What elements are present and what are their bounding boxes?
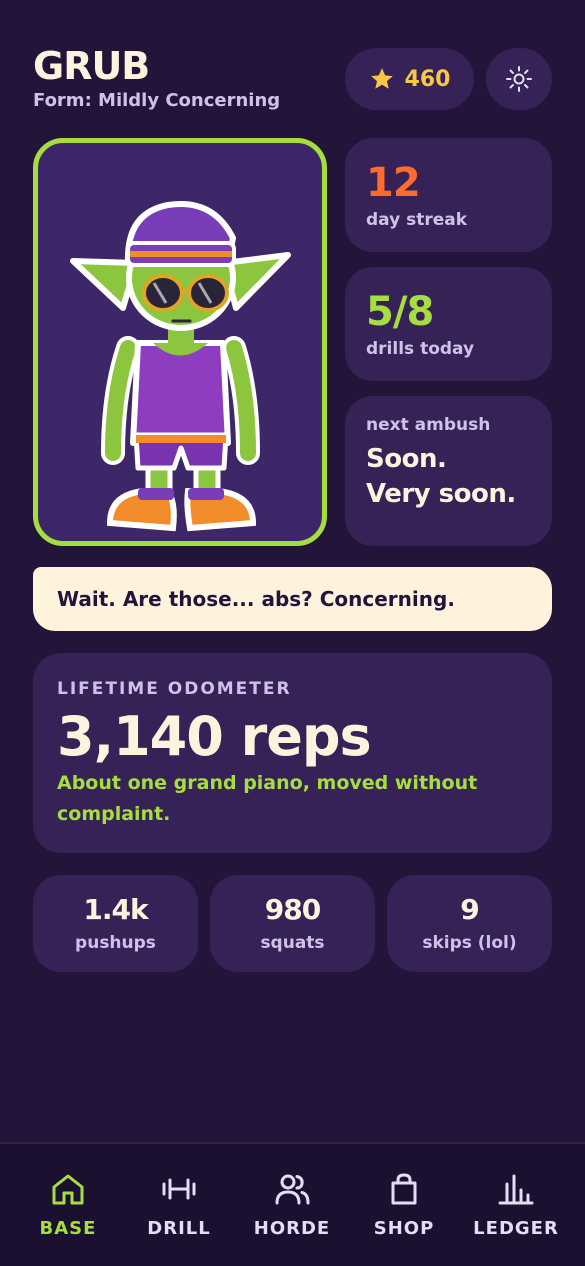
- nav-label-base: BASE: [39, 1218, 97, 1239]
- coin-balance-button[interactable]: 460: [345, 48, 474, 110]
- ambush-card[interactable]: next ambush Soon. Very soon.: [345, 396, 552, 546]
- header: GRUB Form: Mildly Concerning 460: [33, 44, 553, 114]
- nav-item-shop[interactable]: SHOP: [349, 1172, 459, 1239]
- nav-item-horde[interactable]: HORDE: [237, 1172, 347, 1239]
- sun-settings-icon: [506, 66, 532, 92]
- squats-value: 980: [264, 893, 321, 926]
- speech-text: Wait. Are those... abs? Concerning.: [57, 587, 455, 611]
- pushups-stat-card[interactable]: 1.4k pushups: [33, 875, 198, 972]
- nav-item-base[interactable]: BASE: [13, 1172, 123, 1239]
- ambush-text: Soon. Very soon.: [366, 442, 516, 512]
- goblin-portrait-card[interactable]: [33, 138, 327, 546]
- pushups-label: pushups: [75, 933, 156, 953]
- dumbbell-icon: [162, 1178, 196, 1200]
- users-icon: [275, 1174, 310, 1205]
- nav-item-ledger[interactable]: LEDGER: [461, 1172, 571, 1239]
- character-name: GRUB: [33, 44, 150, 88]
- drills-value: 5/8: [366, 289, 434, 335]
- squats-stat-card[interactable]: 980 squats: [210, 875, 375, 972]
- ambush-line-2: Very soon.: [366, 479, 516, 509]
- skips-stat-card[interactable]: 9 skips (lol): [387, 875, 552, 972]
- nav-item-drill[interactable]: DRILL: [124, 1172, 234, 1239]
- shopping-bag-icon: [391, 1173, 417, 1205]
- skips-value: 9: [460, 893, 479, 926]
- speech-bubble: Wait. Are those... abs? Concerning.: [33, 567, 552, 631]
- coin-count: 460: [404, 66, 451, 92]
- nav-label-ledger: LEDGER: [473, 1218, 559, 1239]
- streak-card[interactable]: 12 day streak: [345, 138, 552, 252]
- character-form: Form: Mildly Concerning: [33, 90, 281, 111]
- nav-label-drill: DRILL: [147, 1218, 211, 1239]
- squats-label: squats: [260, 933, 325, 953]
- bottom-nav: BASE DRILL HORDE SHOP LEDGER: [0, 1142, 585, 1266]
- home-icon: [52, 1174, 84, 1205]
- odometer-label: LIFETIME ODOMETER: [57, 679, 292, 699]
- nav-label-horde: HORDE: [253, 1218, 331, 1239]
- ambush-line-1: Soon.: [366, 444, 447, 474]
- odometer-card: LIFETIME ODOMETER 3,140 reps About one g…: [33, 653, 552, 853]
- streak-value: 12: [366, 160, 421, 206]
- goblin-illustration: [70, 201, 291, 532]
- drills-card[interactable]: 5/8 drills today: [345, 267, 552, 381]
- odometer-note: About one grand piano, moved without com…: [57, 772, 478, 825]
- odometer-value: 3,140 reps: [57, 705, 372, 768]
- pushups-value: 1.4k: [83, 893, 148, 926]
- skips-label: skips (lol): [422, 933, 517, 953]
- drills-label: drills today: [366, 339, 475, 359]
- nav-label-shop: SHOP: [373, 1218, 435, 1239]
- ambush-label: next ambush: [366, 415, 491, 435]
- settings-button[interactable]: [486, 48, 552, 110]
- star-icon: [370, 68, 393, 89]
- streak-label: day streak: [366, 210, 468, 230]
- bar-chart-icon: [498, 1174, 534, 1205]
